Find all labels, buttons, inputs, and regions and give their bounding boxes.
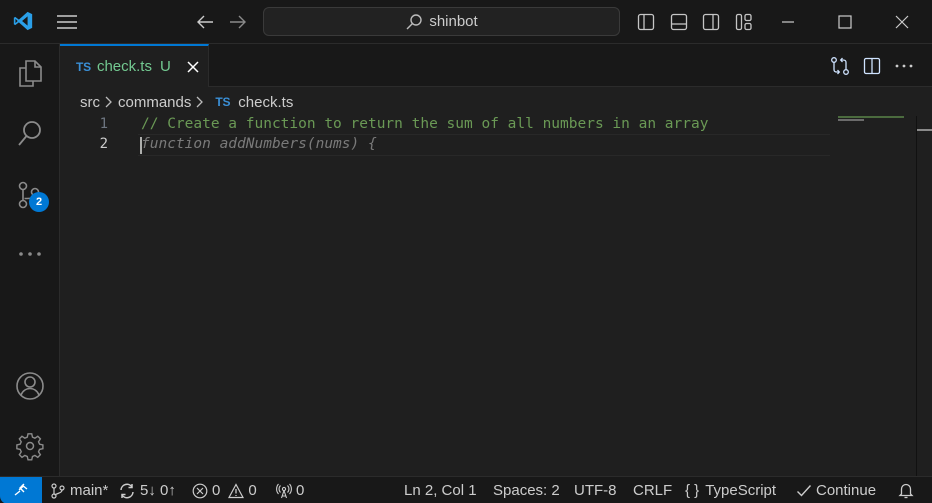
activity-manage[interactable] — [0, 421, 60, 471]
continue-status[interactable]: Continue — [796, 477, 876, 503]
menu-icon[interactable] — [54, 10, 80, 34]
branch-indicator[interactable]: main* — [50, 477, 108, 503]
activity-accounts[interactable] — [0, 361, 60, 411]
toggle-panel-icon[interactable] — [667, 10, 691, 34]
typescript-file-icon: TS — [215, 95, 231, 109]
indentation[interactable]: Spaces: 2 — [493, 477, 560, 503]
remote-icon — [13, 483, 29, 497]
breadcrumb-item-src[interactable]: src — [80, 94, 100, 111]
remote-indicator[interactable] — [0, 476, 42, 503]
inline-suggestion: function addNumbers(nums) { — [141, 136, 377, 152]
error-count: 0 — [212, 482, 221, 499]
breadcrumb: src commands TS check.ts — [80, 92, 293, 112]
vscode-logo-icon — [10, 8, 36, 34]
gear-icon — [15, 431, 45, 461]
close-icon[interactable] — [185, 59, 201, 75]
arrow-left-icon[interactable] — [192, 10, 218, 34]
ports-indicator[interactable]: 0 — [276, 477, 304, 503]
open-changes-icon[interactable] — [828, 54, 852, 78]
files-icon — [16, 59, 44, 89]
branch-name: main* — [70, 482, 109, 499]
activity-more[interactable] — [0, 229, 60, 279]
chevron-right-icon — [195, 95, 205, 109]
ports-count: 0 — [296, 482, 305, 499]
activity-explorer[interactable] — [0, 49, 60, 99]
toggle-secondary-sidebar-icon[interactable] — [699, 10, 723, 34]
arrow-right-icon[interactable] — [225, 10, 251, 34]
continue-label: Continue — [816, 482, 877, 499]
broadcast-icon — [276, 483, 292, 499]
toggle-primary-sidebar-icon[interactable] — [634, 10, 658, 34]
more-actions-icon[interactable] — [892, 54, 916, 78]
minimize-icon[interactable] — [768, 8, 808, 36]
text-cursor — [140, 137, 142, 154]
source-control-badge: 2 — [29, 192, 49, 212]
maximize-icon[interactable] — [825, 8, 865, 36]
problems-indicator[interactable]: 0 0 — [192, 477, 257, 503]
indentation-text: Spaces: 2 — [493, 482, 560, 499]
tab-check-ts[interactable]: TS check.ts U — [60, 44, 209, 87]
encoding[interactable]: UTF-8 — [574, 477, 617, 503]
braces-icon: { } — [685, 482, 700, 499]
git-branch-icon — [50, 482, 66, 499]
notifications-button[interactable] — [898, 477, 914, 503]
status-bar: main* 5↓ 0↑ 0 0 0 Ln 2, Col 1 Spaces: 2 … — [0, 476, 932, 503]
chevron-right-icon — [104, 95, 114, 109]
end-of-line[interactable]: CRLF — [633, 477, 672, 503]
search-text: shinbot — [429, 13, 478, 30]
search-icon — [405, 13, 423, 31]
minimap[interactable] — [838, 116, 908, 126]
title-bar: shinbot — [0, 0, 932, 44]
line-number: 2 — [99, 136, 108, 152]
line-number: 1 — [99, 116, 108, 132]
cursor-position-text: Ln 2, Col 1 — [404, 482, 477, 499]
language-text: TypeScript — [705, 482, 777, 499]
close-icon[interactable] — [882, 8, 922, 36]
minimap-line — [838, 119, 864, 121]
tab-label: check.ts — [96, 58, 152, 75]
encoding-text: UTF-8 — [574, 482, 617, 499]
error-icon — [192, 483, 208, 499]
warning-icon — [228, 482, 245, 499]
eol-text: CRLF — [633, 482, 673, 499]
activity-search[interactable] — [0, 109, 60, 159]
search-icon — [16, 119, 44, 149]
breadcrumb-item-file[interactable]: check.ts — [238, 94, 293, 111]
split-editor-icon[interactable] — [860, 54, 884, 78]
bell-icon — [898, 482, 914, 499]
customize-layout-icon[interactable] — [732, 10, 756, 34]
command-center-search[interactable]: shinbot — [263, 7, 620, 36]
untracked-status: U — [159, 58, 171, 75]
check-icon — [796, 484, 812, 498]
breadcrumb-item-commands[interactable]: commands — [118, 94, 191, 111]
sync-indicator[interactable]: 5↓ 0↑ — [118, 477, 176, 503]
scrollbar-cursor-marker — [917, 129, 932, 131]
sync-counts: 5↓ 0↑ — [140, 482, 176, 499]
account-icon — [15, 371, 45, 401]
activity-source-control[interactable]: 2 — [0, 170, 60, 220]
minimap-line — [838, 116, 904, 118]
warning-count: 0 — [248, 482, 257, 499]
code-comment: // Create a function to return the sum o… — [141, 116, 709, 132]
cursor-position[interactable]: Ln 2, Col 1 — [404, 477, 477, 503]
code-line: 2 function addNumbers(nums) { — [60, 134, 830, 154]
code-editor[interactable]: 1 // Create a function to return the sum… — [60, 112, 932, 476]
sync-icon — [118, 483, 136, 499]
language-mode[interactable]: { } TypeScript — [685, 477, 776, 503]
activity-bar: 2 — [0, 44, 60, 476]
ellipsis-icon — [18, 251, 42, 257]
code-line: 1 // Create a function to return the sum… — [60, 114, 830, 134]
editor-tab-bar: TS check.ts U — [60, 44, 932, 87]
typescript-file-icon: TS — [76, 59, 91, 74]
vertical-scrollbar[interactable] — [916, 116, 932, 476]
